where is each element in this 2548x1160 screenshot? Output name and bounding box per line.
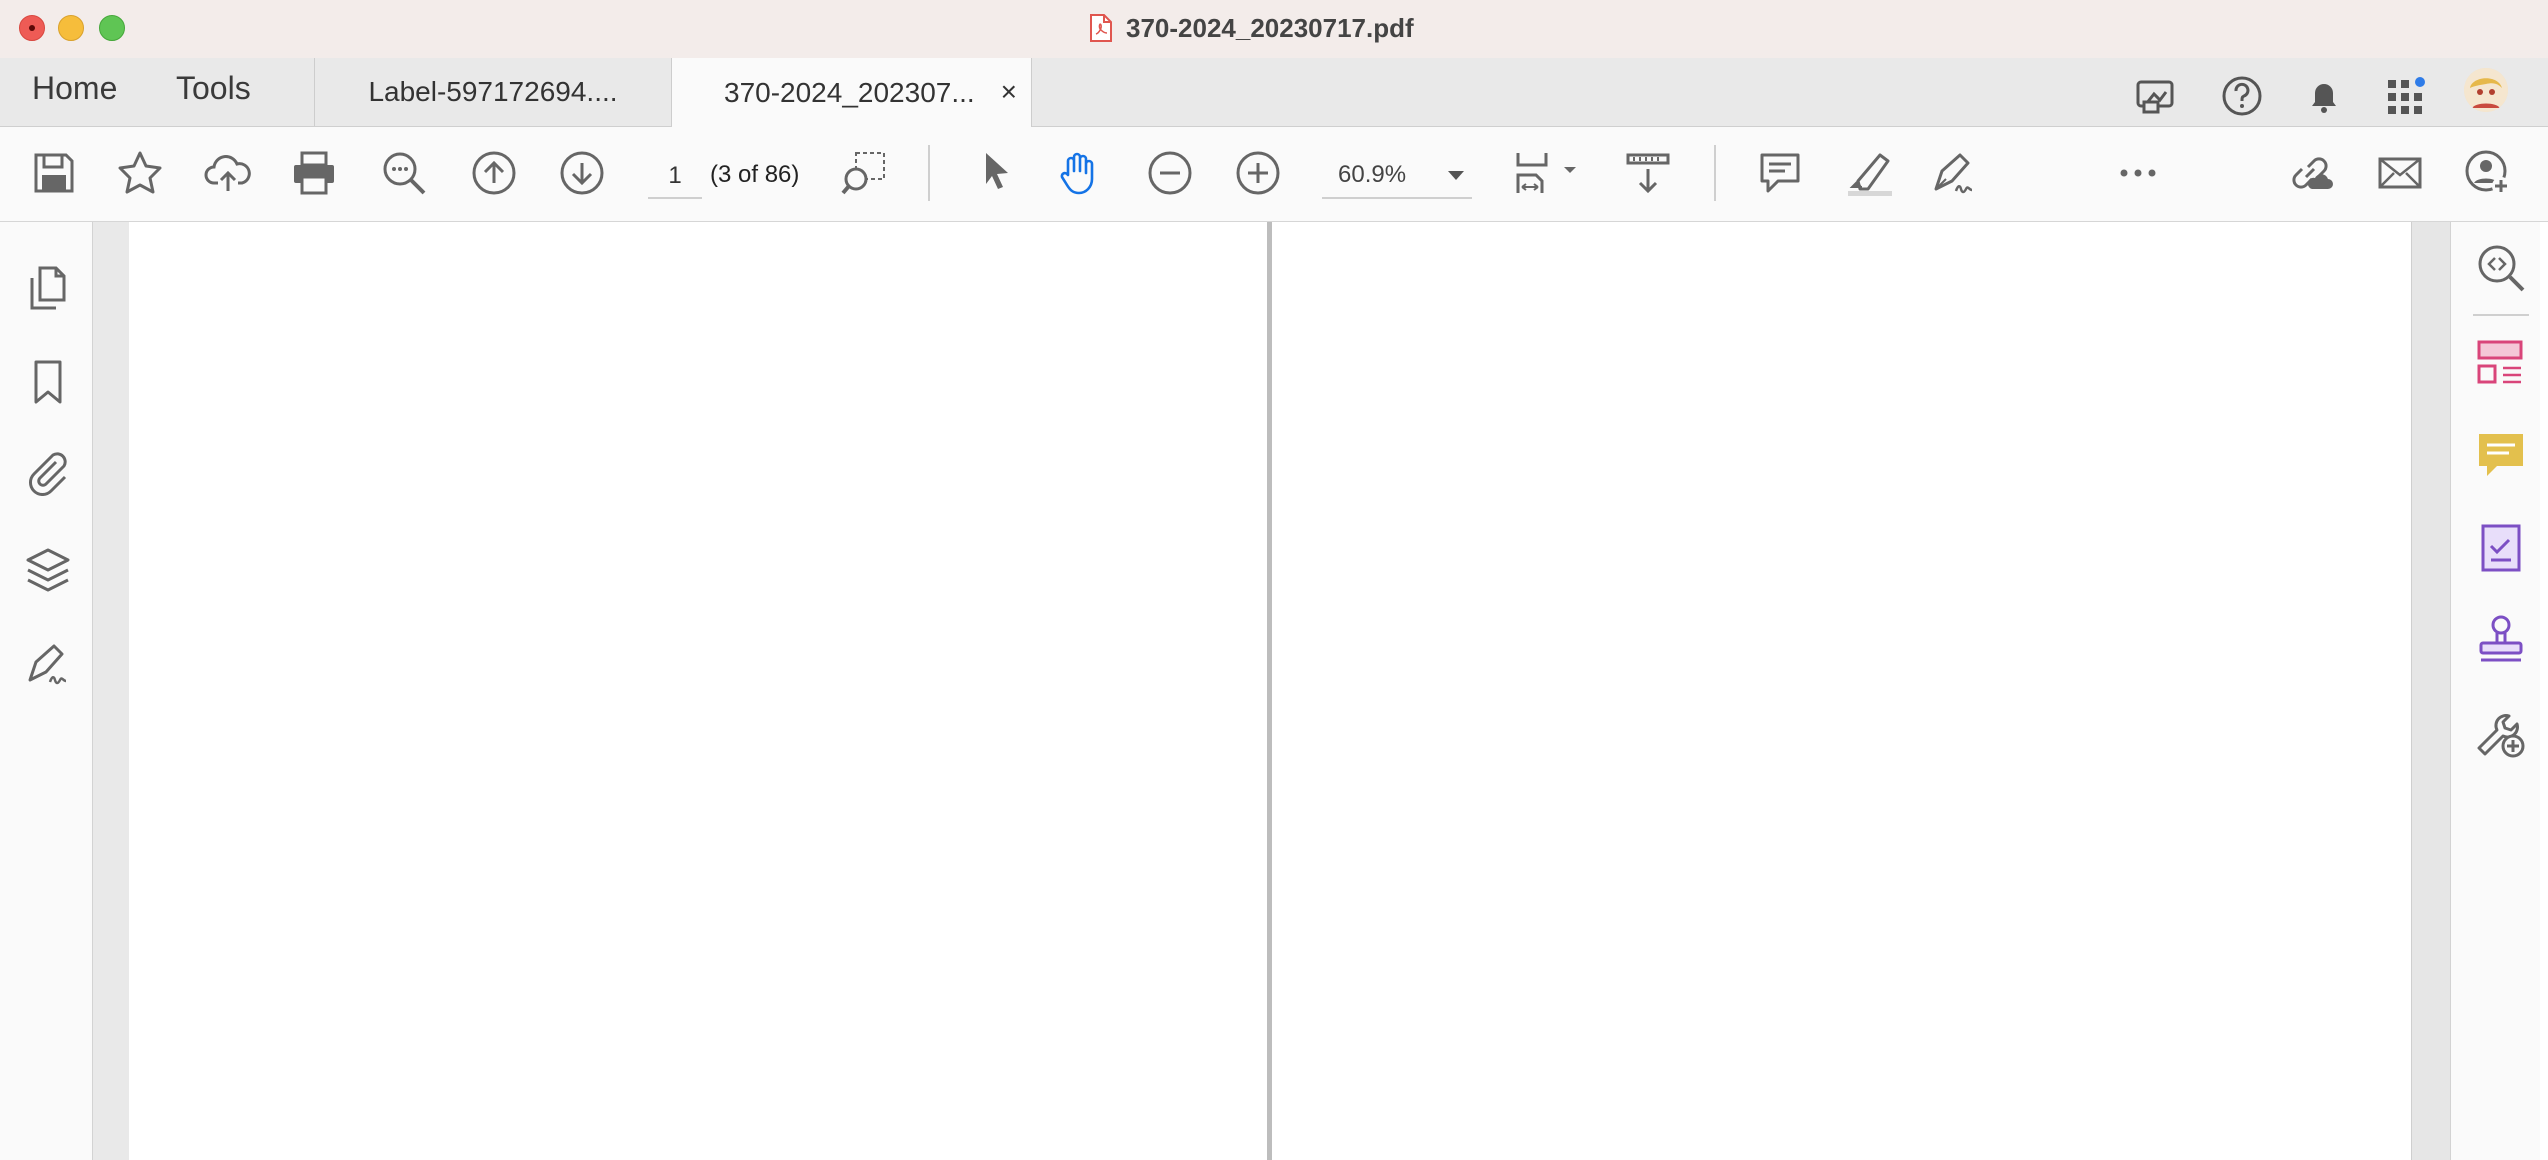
window-close-button[interactable] — [19, 15, 45, 41]
zoom-out-icon[interactable] — [1146, 149, 1194, 197]
home-link[interactable]: Home — [32, 70, 117, 107]
page-number-input[interactable] — [648, 155, 702, 199]
apps-grid-icon[interactable] — [2384, 74, 2428, 118]
tab-label-document[interactable]: Label-597172694.... — [314, 58, 672, 126]
add-comment-icon[interactable] — [1756, 149, 1804, 197]
more-tools-icon[interactable] — [2475, 706, 2527, 758]
highlight-icon[interactable] — [1844, 149, 1896, 197]
page-count-label: (3 of 86) — [710, 161, 800, 188]
share-link-icon[interactable] — [2286, 149, 2334, 197]
toolbar-separator — [928, 145, 930, 201]
comment-icon[interactable] — [2475, 430, 2527, 482]
stamp-icon[interactable] — [2475, 614, 2527, 666]
next-page-icon[interactable] — [558, 149, 606, 197]
signatures-icon[interactable] — [24, 640, 72, 688]
sign-icon[interactable] — [1930, 149, 1978, 197]
window-title-text: 370-2024_20230717.pdf — [1126, 12, 1414, 43]
attachments-icon[interactable] — [24, 448, 72, 496]
notification-bell-icon[interactable] — [2302, 74, 2346, 118]
tab-active-document[interactable]: 370-2024_202307... × — [672, 58, 1032, 127]
organize-pages-icon[interactable] — [2475, 338, 2527, 390]
more-icon[interactable] — [2114, 149, 2162, 197]
tabs-bar: Home Tools Label-597172694.... 370-2024_… — [0, 58, 2548, 127]
hand-tool-icon[interactable] — [1056, 149, 1104, 197]
add-user-icon[interactable] — [2464, 149, 2512, 197]
help-icon[interactable] — [2220, 74, 2264, 118]
tab-label: Label-597172694.... — [368, 76, 618, 107]
tools-separator — [2473, 314, 2529, 316]
tools-link[interactable]: Tools — [176, 70, 251, 107]
upload-cloud-icon[interactable] — [204, 149, 252, 197]
user-avatar[interactable] — [2464, 68, 2508, 112]
select-cursor-icon[interactable] — [972, 149, 1020, 197]
search-zoom-icon[interactable] — [2475, 242, 2527, 294]
window-title: 370-2024_20230717.pdf — [1090, 10, 1414, 46]
find-text-icon[interactable] — [380, 149, 428, 197]
layers-icon[interactable] — [24, 546, 72, 594]
save-icon[interactable] — [30, 149, 78, 197]
left-gutter — [93, 222, 129, 1160]
main-toolbar: (3 of 86) 60.9% — [0, 127, 2548, 222]
page-divider — [1267, 222, 1272, 1160]
page-fit-icon[interactable] — [1512, 149, 1582, 197]
toolbar-separator — [1714, 145, 1716, 201]
email-icon[interactable] — [2376, 149, 2424, 197]
marquee-zoom-icon[interactable] — [840, 149, 888, 197]
vertical-scrollbar-track[interactable] — [2411, 222, 2450, 1160]
window-maximize-button[interactable] — [99, 15, 125, 41]
tab-label: 370-2024_202307... — [724, 76, 975, 108]
bookmarks-icon[interactable] — [24, 358, 72, 406]
scroll-mode-icon[interactable] — [1624, 149, 1672, 197]
fill-sign-icon[interactable] — [2475, 522, 2527, 574]
bookmark-star-icon[interactable] — [116, 149, 164, 197]
zoom-in-icon[interactable] — [1234, 149, 1282, 197]
left-navigation-pane — [0, 222, 93, 1160]
chevron-down-icon — [1448, 171, 1464, 180]
zoom-level-value: 60.9% — [1338, 161, 1407, 188]
pdf-file-icon — [1090, 14, 1112, 42]
page-thumbnails-icon[interactable] — [24, 264, 72, 312]
zoom-level-dropdown[interactable]: 60.9% — [1322, 155, 1472, 199]
previous-page-icon[interactable] — [470, 149, 518, 197]
window-title-bar: 370-2024_20230717.pdf — [0, 0, 2548, 59]
right-tools-pane — [2450, 222, 2548, 1160]
avatar-image-icon — [2464, 68, 2508, 112]
tab-close-button[interactable]: × — [1001, 76, 1017, 108]
window-edge — [2540, 222, 2548, 1160]
print-icon[interactable] — [290, 149, 338, 197]
share-screen-icon[interactable] — [2134, 74, 2178, 118]
window-minimize-button[interactable] — [58, 15, 84, 41]
